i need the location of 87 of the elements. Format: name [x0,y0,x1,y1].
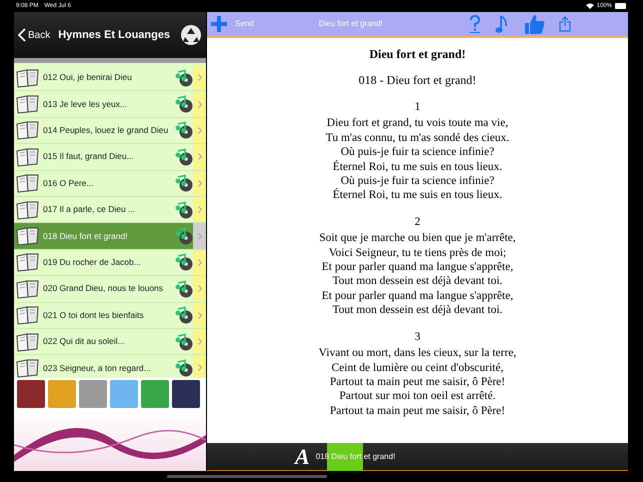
thumbs-up-icon[interactable] [522,13,545,35]
chevron-right-icon [198,364,202,372]
hymn-title: 013 Je leve les yeux... [43,98,128,110]
hymn-title: 016 O Pere... [43,176,95,190]
chevron-right-icon [198,126,202,134]
music-disc-icon[interactable] [175,121,193,140]
verse-line: Tu m'as connu, tu m'as sondé des cieux. [326,130,510,146]
stanza-number: 2 [414,214,420,230]
verse-line: Dieu fort et grand, tu vois toute ma vie, [326,116,508,131]
music-disc-icon[interactable] [175,174,193,192]
hymn-list-item[interactable]: 021 O toi dont les bienfaits [14,302,206,329]
hymn-list-item[interactable]: 020 Grand Dieu, nous te louons [14,276,206,303]
hymn-title: 012 Oui, je benirai Dieu [43,71,133,84]
music-disc-icon[interactable] [175,358,193,377]
sidebar-title: Hymnes Et Louanges [58,28,172,43]
chevron-right-icon [198,153,202,160]
chevron-left-icon [18,28,26,42]
hymn-title: 023 Seigneur, a ton regard... [43,362,152,374]
book-icon [15,146,41,167]
verse-line: Où puis-je fuir ta science infinie? [340,174,494,188]
hymn-list-item[interactable]: 012 Oui, je benirai Dieu [14,65,206,92]
verse-line: Partout ta main peut me saisir, ô Père! [330,374,506,390]
book-icon [15,94,41,114]
book-icon [15,173,41,194]
chevron-right-icon [198,206,202,214]
book-icon [15,120,41,140]
hymn-title: 021 O toi dont les bienfaits [43,308,145,322]
music-disc-icon[interactable] [175,148,193,166]
book-icon [15,252,41,272]
verse-line: Soit que je marche ou bien que je m'arrête, [319,231,516,246]
font-size-button[interactable]: A [295,446,310,468]
back-button[interactable]: Back [18,28,50,42]
verse-line: Et pour parler quand ma langue s'apprête, [322,260,514,274]
chevron-right-icon [198,100,202,108]
music-disc-icon[interactable] [175,280,193,298]
hymn-list-item[interactable]: 019 Du rocher de Jacob... [14,250,206,276]
verse-line: Vivant ou mort, dans les cieux, sur la terre, [318,346,516,360]
verse-line: Éternel Roi, tu me suis en tous lieux. [332,188,502,203]
hymn-list-item[interactable]: 014 Peuples, louez le grand Dieu [14,118,206,144]
chevron-right-icon [198,232,202,240]
music-disc-icon[interactable] [175,253,193,272]
hymn-title: 020 Grand Dieu, nous te louons [43,282,164,296]
verse-line: Partout ta main peut me saisir, ô Père! [330,404,506,418]
book-icon [15,305,41,326]
book-icon [15,332,41,352]
book-icon [15,200,41,220]
stanza-number: 1 [414,100,420,114]
chevron-right-icon [198,180,202,187]
verse-line: Partout sur moi ton oeil est arrêté. [339,389,496,404]
verse-line: Ceint de lumière ou ceint d'obscurité, [332,360,504,375]
toolbar-title: Dieu fort et grand! [318,18,384,30]
book-icon [15,68,41,88]
book-icon [15,278,41,299]
hymn-title: 017 Il a parle, ce Dieu ... [43,203,136,216]
music-disc-icon[interactable] [175,227,193,246]
hymn-title: 019 Du rocher de Jacob... [43,256,142,269]
chevron-right-icon [198,74,202,82]
hymn-list-item[interactable]: 016 O Pere... [14,170,206,197]
chevron-right-icon [198,312,202,319]
verse-line: Éternel Roi, tu me suis en tous lieux. [332,160,502,174]
hymn-title: 022 Qui dit au soleil... [43,335,126,348]
book-icon [15,226,41,246]
stanza-number: 3 [414,330,420,344]
chevron-right-icon [198,258,202,266]
hymn-title: 015 Il faut, grand Dieu... [43,150,135,164]
hymn-list-item[interactable]: 022 Qui dit au soleil... [14,328,206,356]
hymn-title: 018 Dieu fort et grand! [43,230,129,242]
hymn-title: 014 Peuples, louez le grand Dieu [43,124,170,137]
music-disc-icon[interactable] [175,95,193,114]
hymn-subtitle: 018 - Dieu fort et grand! [358,72,476,88]
verse-line: Où puis-je fuir ta science infinie? [340,145,494,160]
hymn-list-item[interactable]: 015 Il faut, grand Dieu... [14,144,206,171]
verse-line: Tout mon dessein est déjà devant toi. [332,303,503,318]
verse-line: Voici Seigneur, tu te tiens près de moi; [328,246,506,260]
music-disc-icon[interactable] [175,306,193,324]
plus-icon [211,16,227,32]
hymn-heading: Dieu fort et grand! [369,46,466,62]
chevron-right-icon [198,338,202,346]
chevron-right-icon [198,285,202,292]
music-disc-icon[interactable] [175,68,193,87]
hymn-list-item[interactable]: 013 Je leve les yeux... [14,91,206,118]
wifi-icon [586,3,594,9]
verse-line: Et pour parler quand ma langue s'apprête, [322,288,514,304]
music-disc-icon[interactable] [175,332,193,351]
battery-icon [615,3,627,9]
verse-line: Tout mon dessein est déjà devant toi. [332,274,503,289]
music-disc-icon[interactable] [175,200,193,219]
